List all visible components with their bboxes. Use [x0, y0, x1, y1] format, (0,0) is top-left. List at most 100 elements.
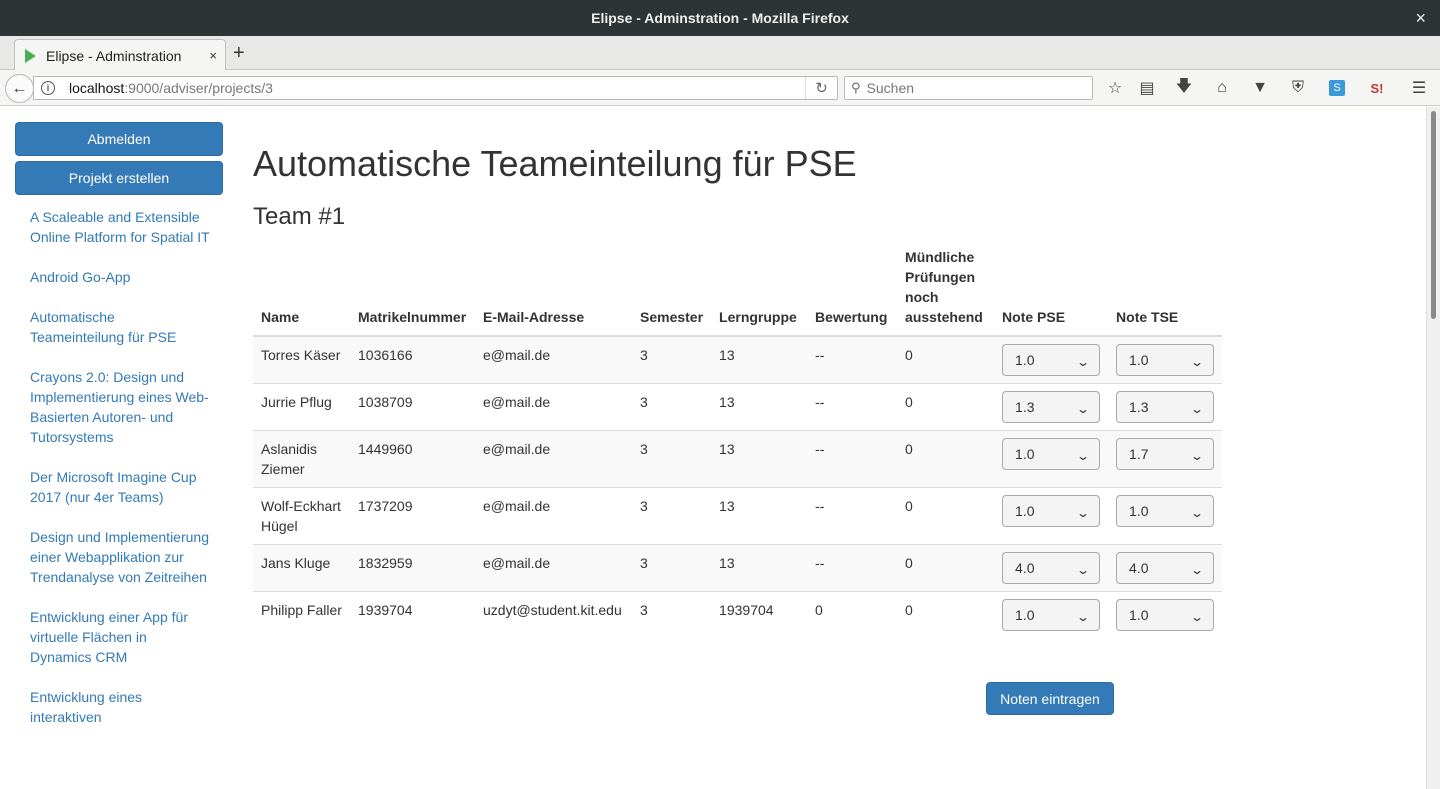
table-row: Jans Kluge 1832959 e@mail.de 3 13 -- 0 4.0 ⌄ 4.0 ⌄ — [253, 544, 1223, 592]
grade-pse-value: 4.0 — [1015, 560, 1035, 576]
student-email: e@mail.de — [475, 430, 632, 488]
student-semester: 3 — [632, 335, 712, 384]
student-group: 13 — [711, 383, 808, 431]
create-project-button[interactable]: Projekt erstellen — [15, 161, 223, 195]
project-link[interactable]: Entwicklung eines interaktiven — [30, 687, 210, 727]
student-oral-pending: 0 — [897, 383, 995, 431]
student-rating: -- — [807, 383, 898, 431]
bookmark-star-icon[interactable]: ☆ — [1105, 78, 1125, 98]
project-link[interactable]: Android Go-App — [30, 267, 210, 287]
grade-tse-select[interactable]: 1.0 ⌄ — [1116, 599, 1215, 631]
table-row: Torres Käser 1036166 e@mail.de 3 13 -- 0 1.0 ⌄ 1.… — [253, 335, 1223, 384]
pocket-icon[interactable]: ▼ — [1250, 78, 1270, 98]
hamburger-menu-icon[interactable]: ☰ — [1409, 78, 1429, 98]
chevron-down-icon: ⌄ — [1189, 610, 1205, 624]
student-rating: -- — [807, 430, 898, 488]
extension-s-icon[interactable]: S — [1327, 78, 1347, 98]
project-list: A Scaleable and Extensible Online Platfo… — [30, 207, 210, 747]
tab-close-icon[interactable]: × — [209, 48, 217, 63]
submit-grades-button[interactable]: Noten eintragen — [986, 682, 1114, 715]
navigation-bar: ← i localhost:9000/adviser/projects/3 ↻ … — [0, 70, 1440, 106]
grade-pse-select[interactable]: 4.0 ⌄ — [1002, 552, 1101, 584]
grade-pse-value: 1.0 — [1015, 446, 1035, 462]
student-rating: -- — [807, 544, 898, 592]
student-semester: 3 — [632, 544, 712, 592]
table-header-row: Name Matrikelnummer E-Mail-Adresse Semes… — [253, 239, 1223, 337]
url-text[interactable]: localhost:9000/adviser/projects/3 — [69, 80, 805, 96]
chevron-down-icon: ⌄ — [1189, 563, 1205, 577]
grade-cell-tse: 1.3 ⌄ — [1108, 383, 1223, 431]
table-row: Jurrie Pflug 1038709 e@mail.de 3 13 -- 0 1.3 ⌄ 1.… — [253, 383, 1223, 431]
student-rating: -- — [807, 487, 898, 545]
student-oral-pending: 0 — [897, 487, 995, 545]
logout-button[interactable]: Abmelden — [15, 122, 223, 156]
student-name: Aslanidis Ziemer — [253, 430, 350, 488]
arrow-left-icon: ← — [11, 79, 28, 97]
grade-cell-tse: 1.0 ⌄ — [1108, 335, 1223, 384]
extension-si-icon[interactable]: S! — [1367, 78, 1387, 98]
grade-pse-select[interactable]: 1.0 ⌄ — [1002, 495, 1101, 527]
back-button[interactable]: ← — [5, 74, 34, 103]
grade-tse-select[interactable]: 1.3 ⌄ — [1116, 391, 1215, 423]
table-row: Aslanidis Ziemer 1449960 e@mail.de 3 13 -- 0 1.… — [253, 430, 1223, 488]
student-name: Jurrie Pflug — [253, 383, 350, 431]
column-header: Lerngruppe — [711, 239, 808, 337]
column-header: E-Mail-Adresse — [475, 239, 632, 337]
project-link[interactable]: A Scaleable and Extensible Online Platfo… — [30, 207, 210, 247]
window-title: Elipse - Adminstration - Mozilla Firefox — [591, 10, 849, 26]
grade-tse-select[interactable]: 4.0 ⌄ — [1116, 552, 1215, 584]
project-link[interactable]: Crayons 2.0: Design und Implementierung … — [30, 367, 210, 447]
student-email: e@mail.de — [475, 544, 632, 592]
project-link[interactable]: Design und Implementierung einer Webappl… — [30, 527, 210, 587]
grade-pse-select[interactable]: 1.0 ⌄ — [1002, 599, 1101, 631]
grade-tse-select[interactable]: 1.0 ⌄ — [1116, 344, 1215, 376]
grade-tse-select[interactable]: 1.0 ⌄ — [1116, 495, 1215, 527]
grade-cell-tse: 1.0 ⌄ — [1108, 591, 1223, 638]
column-header: Bewertung — [807, 239, 898, 337]
column-header: Semester — [632, 239, 712, 337]
student-email: uzdyt@student.kit.edu — [475, 591, 632, 638]
student-group: 13 — [711, 335, 808, 384]
scrollbar-thumb[interactable] — [1431, 111, 1436, 319]
grade-cell-tse: 1.0 ⌄ — [1108, 487, 1223, 545]
student-email: e@mail.de — [475, 487, 632, 545]
chevron-down-icon: ⌄ — [1189, 449, 1205, 463]
grade-tse-select[interactable]: 1.7 ⌄ — [1116, 438, 1215, 470]
browser-tab[interactable]: Elipse - Adminstration × — [14, 39, 226, 71]
new-tab-icon[interactable]: + — [233, 41, 245, 65]
vertical-scrollbar[interactable] — [1426, 107, 1440, 789]
grade-pse-select[interactable]: 1.3 ⌄ — [1002, 391, 1101, 423]
reading-list-icon[interactable]: ▤ — [1137, 78, 1157, 98]
info-icon[interactable]: i — [41, 81, 55, 95]
search-input[interactable]: ⚲ Suchen — [844, 76, 1093, 100]
student-oral-pending: 0 — [897, 591, 995, 638]
project-link[interactable]: Automatische Teameinteilung für PSE — [30, 307, 210, 347]
grade-cell-pse: 4.0 ⌄ — [994, 544, 1109, 592]
grade-pse-select[interactable]: 1.0 ⌄ — [1002, 438, 1101, 470]
grade-pse-value: 1.0 — [1015, 503, 1035, 519]
url-host: localhost — [69, 80, 125, 96]
student-matrikel: 1449960 — [350, 430, 475, 488]
grade-tse-value: 1.0 — [1129, 352, 1149, 368]
project-link[interactable]: Entwicklung einer App für virtuelle Fläc… — [30, 607, 210, 667]
reload-icon[interactable]: ↻ — [805, 77, 837, 99]
ublock-icon[interactable]: ⛨ — [1288, 78, 1308, 98]
url-bar[interactable]: i localhost:9000/adviser/projects/3 ↻ — [33, 76, 838, 100]
student-matrikel: 1832959 — [350, 544, 475, 592]
student-semester: 3 — [632, 383, 712, 431]
student-semester: 3 — [632, 487, 712, 545]
home-icon[interactable]: ⌂ — [1212, 78, 1232, 98]
chevron-down-icon: ⌄ — [1189, 355, 1205, 369]
window-close-icon[interactable]: × — [1415, 8, 1426, 28]
tab-strip: Elipse - Adminstration × + — [0, 36, 1440, 71]
search-placeholder: Suchen — [866, 80, 915, 96]
student-rating: 0 — [807, 591, 898, 638]
column-header: Note PSE — [994, 239, 1109, 337]
project-link[interactable]: Der Microsoft Imagine Cup 2017 (nur 4er … — [30, 467, 210, 507]
student-name: Torres Käser — [253, 335, 350, 384]
grade-pse-select[interactable]: 1.0 ⌄ — [1002, 344, 1101, 376]
student-group: 13 — [711, 544, 808, 592]
table-row: Philipp Faller 1939704 uzdyt@student.kit.e… — [253, 591, 1223, 638]
download-icon[interactable]: 🡇 — [1174, 78, 1194, 98]
chevron-down-icon: ⌄ — [1075, 506, 1091, 520]
